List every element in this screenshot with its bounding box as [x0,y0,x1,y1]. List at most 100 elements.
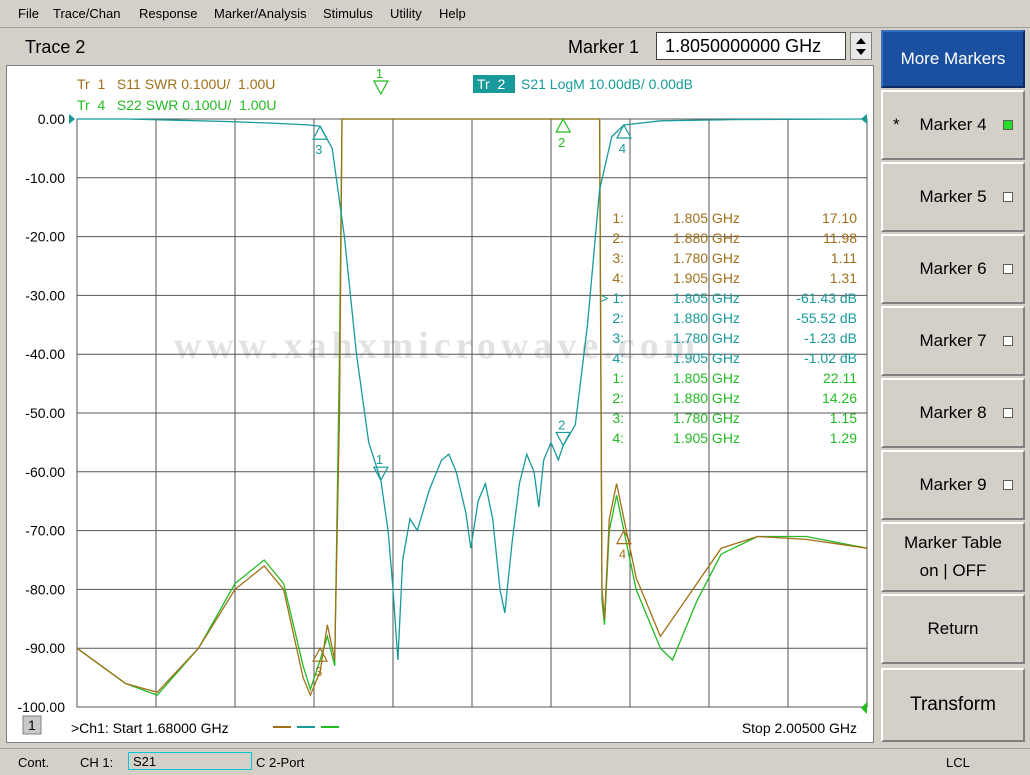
marker-table-toggle-button[interactable]: Marker Table on | OFF [881,522,1025,592]
ref-level-left-icon[interactable] [69,114,75,124]
marker-table-value: 11.98 [823,230,857,246]
marker-table-freq: 1.805 GHz [673,370,740,386]
marker-table-value: 1.31 [830,270,857,286]
spin-up-icon[interactable] [856,38,866,44]
marker-table-num: 1: [612,370,624,386]
marker-table-value: -1.02 dB [804,350,857,366]
transform-button[interactable]: Transform [881,668,1025,742]
marker-7-led-icon [1003,336,1013,346]
active-trace-badge[interactable]: Tr 2 [477,76,505,92]
trace-legend-tr2[interactable]: S21 LogM 10.00dB/ 0.00dB [521,76,693,92]
y-tick-label: 0.00 [38,111,65,127]
marker-table-num: > 1: [600,290,624,306]
marker-5-led-icon [1003,192,1013,202]
marker-frequency-input[interactable]: 1.8050000000 GHz [656,32,846,60]
menu-stimulus[interactable]: Stimulus [323,6,373,21]
marker-table-value: -55.52 dB [796,310,857,326]
marker-7-label: Marker 7 [919,331,987,350]
marker-8-label: Marker 8 [919,403,987,422]
y-tick-label: -80.00 [25,581,65,597]
marker-2-icon [555,117,572,133]
marker-table-num: 2: [612,230,624,246]
marker-4-label: 4 [619,547,626,562]
marker-6-button[interactable]: Marker 6 [881,234,1025,304]
marker-3-icon [312,124,329,140]
softkey-panel: More Markers * Marker 4 Marker 5 Marker … [878,28,1030,744]
marker-1-icon [372,80,389,96]
marker-table-freq: 1.780 GHz [673,250,740,266]
y-tick-label: -90.00 [25,640,65,656]
marker-spin-buttons[interactable] [850,32,872,60]
marker-table-freq: 1.905 GHz [673,430,740,446]
ref-level-s22-icon[interactable] [861,702,867,714]
marker-4-button[interactable]: * Marker 4 [881,90,1025,160]
marker-table-num: 2: [612,310,624,326]
menu-trace-chan[interactable]: Trace/Chan [53,6,120,21]
marker-5-label: Marker 5 [919,187,987,206]
marker-table-num: 3: [612,250,624,266]
marker-table-value: 17.10 [822,210,857,226]
marker-5-button[interactable]: Marker 5 [881,162,1025,232]
marker-table-freq: 1.905 GHz [673,350,740,366]
marker-table-num: 2: [612,390,624,406]
marker-4-label: 4 [619,141,626,156]
marker-table-freq: 1.780 GHz [673,330,740,346]
trace-legend-tr1[interactable]: Tr 1 S11 SWR 0.100U/ 1.00U [77,76,275,92]
calibration-status: C 2-Port [256,755,305,770]
marker-table-num: 4: [612,430,624,446]
channel-status: CH 1: [80,755,114,770]
menu-utility[interactable]: Utility [390,6,422,21]
y-tick-label: -10.00 [25,170,65,186]
marker-4-icon [615,123,632,139]
marker-7-button[interactable]: Marker 7 [881,306,1025,376]
more-markers-button[interactable]: More Markers [881,30,1025,88]
y-tick-label: -20.00 [25,229,65,245]
marker-table-freq: 1.780 GHz [673,410,740,426]
local-status: LCL [946,755,970,770]
menu-marker-analysis[interactable]: Marker/Analysis [214,6,306,21]
stop-frequency-label[interactable]: Stop 2.00500 GHz [742,720,857,736]
marker-table-value: 1.15 [830,410,857,426]
y-tick-label: -40.00 [25,346,65,362]
measured-parameter[interactable]: S21 [128,752,252,770]
menu-bar: File Trace/Chan Response Marker/Analysis… [0,0,1030,28]
marker-8-led-icon [1003,408,1013,418]
marker-table-value: -61.43 dB [796,290,857,306]
marker-2-label: 2 [558,417,565,432]
y-tick-label: -50.00 [25,405,65,421]
channel-number: 1 [28,717,36,733]
marker-2-label: 2 [558,135,565,150]
marker-table-value: 1.11 [831,250,857,266]
marker-table-value: 22.11 [823,370,857,386]
marker-table-freq: 1.805 GHz [673,210,740,226]
plot-grid [76,118,868,708]
marker-3-label: 3 [315,142,322,157]
marker-6-label: Marker 6 [919,259,987,278]
trace-chart[interactable]: www.xahxmicrowave.com 0.00-10.00-20.00-3… [7,66,873,742]
spin-down-icon[interactable] [856,49,866,55]
marker-3-label: 3 [315,664,322,679]
marker-table-num: 4: [612,270,624,286]
marker-table-freq: 1.905 GHz [673,270,740,286]
menu-response[interactable]: Response [139,6,198,21]
ref-level-right-icon[interactable] [861,114,867,124]
trace-legend-tr4[interactable]: Tr 4 S22 SWR 0.100U/ 1.00U [77,97,276,113]
active-trace-title: Trace 2 [25,37,86,57]
y-tick-label: -100.00 [18,699,66,715]
marker-table-value: 14.26 [822,390,857,406]
marker-2-icon [555,431,572,447]
marker-4-label: Marker 4 [919,115,987,134]
y-axis-ticks: 0.00 -10.00 -20.00 -30.00 -40.00 -50.00 -60.00… [18,111,66,715]
marker-9-led-icon [1003,480,1013,490]
start-frequency-label[interactable]: >Ch1: Start 1.68000 GHz [71,720,229,736]
marker-table-num: 1: [612,210,624,226]
marker-table-value: 1.29 [830,430,857,446]
return-button[interactable]: Return [881,594,1025,664]
marker-table-freq: 1.880 GHz [673,310,740,326]
marker-6-led-icon [1003,264,1013,274]
marker-8-button[interactable]: Marker 8 [881,378,1025,448]
marker-table-num: 3: [612,410,624,426]
marker-9-button[interactable]: Marker 9 [881,450,1025,520]
menu-help[interactable]: Help [439,6,466,21]
menu-file[interactable]: File [18,6,39,21]
